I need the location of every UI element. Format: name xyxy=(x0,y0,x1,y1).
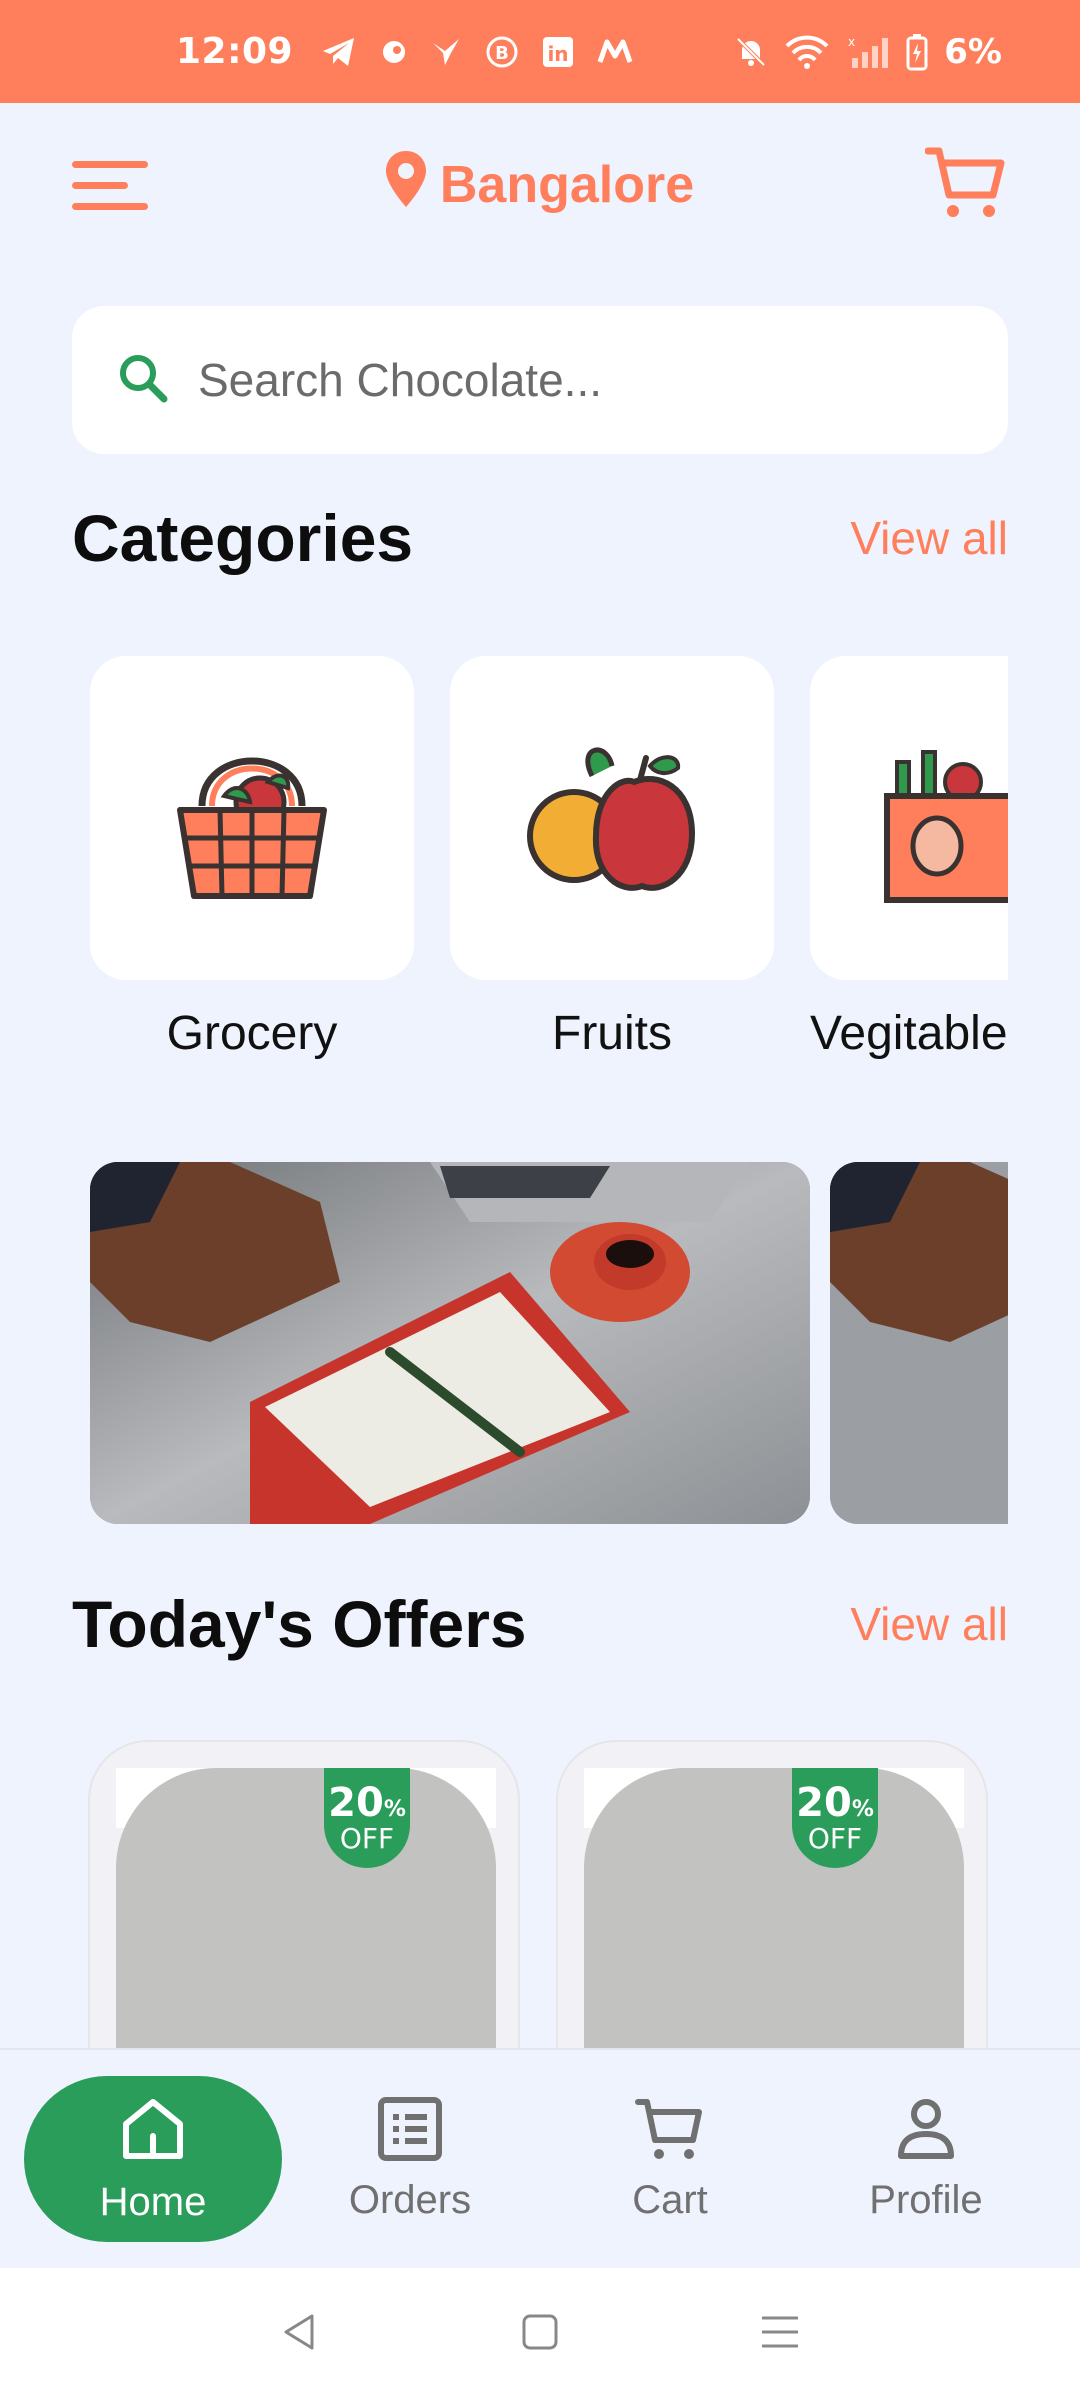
category-card[interactable] xyxy=(450,656,774,980)
profile-icon xyxy=(896,2096,956,2172)
category-card[interactable] xyxy=(90,656,414,980)
categories-list: Grocery Fruits Vegitable xyxy=(72,656,1008,1076)
category-label: Fruits xyxy=(552,1007,672,1060)
search-input[interactable]: Search Chocolate... xyxy=(198,353,602,407)
orders-icon xyxy=(377,2096,443,2172)
category-item-vegetables[interactable]: Vegitables xyxy=(810,656,1008,1061)
menu-button[interactable] xyxy=(72,144,154,226)
nav-cart[interactable]: Cart xyxy=(580,2076,760,2242)
offer-card[interactable]: 20% OFF xyxy=(556,1740,988,2050)
battery-charging-icon xyxy=(906,33,928,71)
nav-profile[interactable]: Profile xyxy=(836,2076,1016,2242)
svg-text:in: in xyxy=(548,42,569,66)
category-item-fruits[interactable]: Fruits xyxy=(450,656,774,1061)
nav-label: Profile xyxy=(869,2177,983,2222)
bell-muted-icon xyxy=(734,33,768,71)
app-header: Bangalore xyxy=(72,140,1008,230)
m-app-icon xyxy=(597,33,633,71)
linkedin-icon: in xyxy=(541,33,575,71)
discount-value: 20% xyxy=(328,1780,406,1826)
wifi-icon xyxy=(784,33,830,71)
desk-photo-image xyxy=(90,1162,810,1524)
offer-image-placeholder xyxy=(584,1768,964,2050)
promo-banner[interactable] xyxy=(830,1162,1008,1524)
nav-label: Home xyxy=(99,2179,207,2224)
fruits-icon xyxy=(522,736,702,900)
offers-list: 20% OFF 20% OFF xyxy=(72,1740,1008,2050)
basket-icon xyxy=(172,726,332,910)
search-bar[interactable]: Search Chocolate... xyxy=(72,306,1008,454)
location-label: Bangalore xyxy=(439,156,695,214)
b-app-icon: B xyxy=(485,33,519,71)
nav-orders[interactable]: Orders xyxy=(320,2076,500,2242)
nav-label: Orders xyxy=(348,2177,472,2222)
search-icon xyxy=(116,351,170,409)
vegetable-bag-icon xyxy=(867,726,1008,910)
offers-header: Today's Offers View all xyxy=(72,1586,1008,1662)
discount-badge: 20% OFF xyxy=(324,1768,410,1868)
recents-menu-icon[interactable] xyxy=(760,2312,800,2356)
categories-view-all-link[interactable]: View all xyxy=(850,511,1008,565)
category-item-grocery[interactable]: Grocery xyxy=(90,656,414,1061)
categories-title: Categories xyxy=(72,501,414,575)
header-cart-button[interactable] xyxy=(924,143,1008,227)
discount-off-label: OFF xyxy=(807,1822,863,1855)
location-selector[interactable]: Bangalore xyxy=(384,149,694,222)
circle-app-icon xyxy=(379,33,409,71)
offer-image-placeholder xyxy=(116,1768,496,2050)
category-card[interactable] xyxy=(810,656,1008,980)
status-time: 12:09 xyxy=(176,31,294,72)
discount-badge: 20% OFF xyxy=(792,1768,878,1868)
cart-icon xyxy=(635,2096,705,2172)
back-icon[interactable] xyxy=(280,2312,320,2356)
bird-app-icon xyxy=(431,33,463,71)
banner-carousel[interactable] xyxy=(72,1162,1008,1526)
promo-banner[interactable] xyxy=(90,1162,810,1524)
discount-value: 20% xyxy=(796,1780,874,1826)
menu-line xyxy=(72,160,148,168)
cart-icon xyxy=(924,145,1007,225)
system-navigation-bar xyxy=(0,2268,1080,2400)
menu-line xyxy=(72,202,148,210)
status-right: x 6% xyxy=(734,32,1002,72)
status-left: 12:09 B in xyxy=(176,31,633,72)
map-pin-icon xyxy=(384,149,428,222)
offers-title: Today's Offers xyxy=(72,1587,527,1661)
home-square-icon[interactable] xyxy=(520,2312,560,2356)
menu-line xyxy=(72,181,128,189)
nav-label: Cart xyxy=(632,2177,708,2222)
home-icon xyxy=(118,2094,188,2174)
category-label: Vegitables xyxy=(810,1007,1008,1060)
svg-text:B: B xyxy=(495,43,509,64)
offer-card[interactable]: 20% OFF xyxy=(88,1740,520,2050)
status-bar: 12:09 B in x 6% xyxy=(0,0,1080,103)
nav-home[interactable]: Home xyxy=(24,2076,282,2242)
offers-view-all-link[interactable]: View all xyxy=(850,1597,1008,1651)
categories-header: Categories View all xyxy=(72,500,1008,576)
bottom-navigation: Home Orders Cart Profile xyxy=(0,2048,1080,2268)
svg-text:x: x xyxy=(848,35,855,49)
signal-icon: x xyxy=(846,33,890,71)
telegram-icon xyxy=(321,33,357,71)
category-label: Grocery xyxy=(166,1007,338,1060)
battery-percentage: 6% xyxy=(944,31,1002,72)
discount-off-label: OFF xyxy=(339,1822,395,1855)
desk-photo-image xyxy=(830,1162,1008,1524)
